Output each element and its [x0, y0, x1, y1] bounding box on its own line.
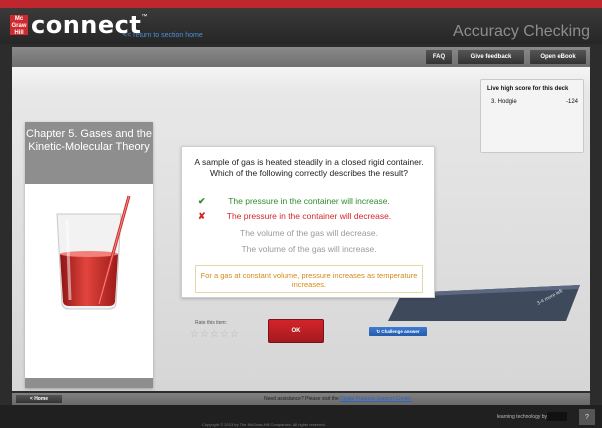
support-center-link[interactable]: Digital Products Support Center.	[340, 396, 411, 402]
learning-technology-text: learning technology by	[497, 414, 548, 420]
give-feedback-button[interactable]: Give feedback	[458, 50, 524, 64]
answer-text: The pressure in the container will incre…	[228, 196, 390, 206]
high-score-rank: 3. Hodgie	[491, 99, 517, 105]
checkmark-icon: ✔	[198, 196, 206, 206]
help-icon[interactable]: ?	[579, 409, 595, 425]
toolbar: FAQ Give feedback Open eBook	[12, 47, 590, 67]
open-ebook-button[interactable]: Open eBook	[530, 50, 586, 64]
ok-button[interactable]: OK	[268, 319, 324, 343]
answer-option[interactable]: ✔ The pressure in the container will inc…	[182, 196, 436, 207]
copyright-text: Copyright © 2013 by The McGraw-Hill Comp…	[202, 422, 326, 427]
live-high-score-panel: Live high score for this deck 3. Hodgie …	[480, 79, 584, 153]
answer-text: The pressure in the container will decre…	[226, 211, 392, 221]
challenge-answer-button[interactable]: ↻ Challenge answer	[369, 327, 427, 336]
answer-text: The volume of the gas will increase.	[241, 244, 377, 254]
answer-text: The volume of the gas will decrease.	[240, 228, 378, 238]
question-text: A sample of gas is heated steadily in a …	[194, 157, 424, 178]
logo-trademark: ™	[141, 14, 148, 20]
return-to-section-link[interactable]: << return to section home	[123, 32, 203, 39]
home-button[interactable]: < Home	[16, 395, 62, 403]
rate-item-label: Rate this item:	[195, 320, 227, 326]
question-card: A sample of gas is heated steadily in a …	[181, 146, 435, 298]
faq-button[interactable]: FAQ	[426, 50, 452, 64]
high-score-title: Live high score for this deck	[487, 86, 569, 92]
app-header: Mc Graw Hill connect ™ << return to sect…	[0, 8, 602, 44]
app-title: Accuracy Checking	[453, 23, 590, 40]
answer-option[interactable]: ✘ The pressure in the container will dec…	[182, 211, 436, 222]
glass-of-red-liquid-image	[56, 195, 131, 310]
chapter-title: Chapter 5. Gases and the Kinetic-Molecul…	[25, 122, 153, 184]
high-score-value: -124	[566, 99, 579, 105]
feedback-explanation: For a gas at constant volume, pressure i…	[195, 265, 423, 293]
chapter-card: Chapter 5. Gases and the Kinetic-Molecul…	[25, 122, 153, 388]
brand-top-stripe	[0, 0, 602, 8]
assistance-text: Need assistance? Please visit the Digita…	[264, 396, 412, 402]
x-mark-icon: ✘	[198, 211, 206, 221]
bottom-bar: learning technology by ? Copyright © 201…	[0, 405, 602, 428]
answer-option[interactable]: The volume of the gas will decrease.	[182, 228, 436, 239]
publisher-logo-mark: Mc Graw Hill	[10, 15, 28, 36]
mcgraw-hill-logo	[547, 412, 567, 421]
star-rating[interactable]: ☆☆☆☆☆	[190, 329, 240, 340]
answer-option[interactable]: The volume of the gas will increase.	[182, 244, 436, 255]
footer-bar: < Home Need assistance? Please visit the…	[12, 393, 590, 405]
main-panel: Chapter 5. Gases and the Kinetic-Molecul…	[12, 67, 590, 391]
